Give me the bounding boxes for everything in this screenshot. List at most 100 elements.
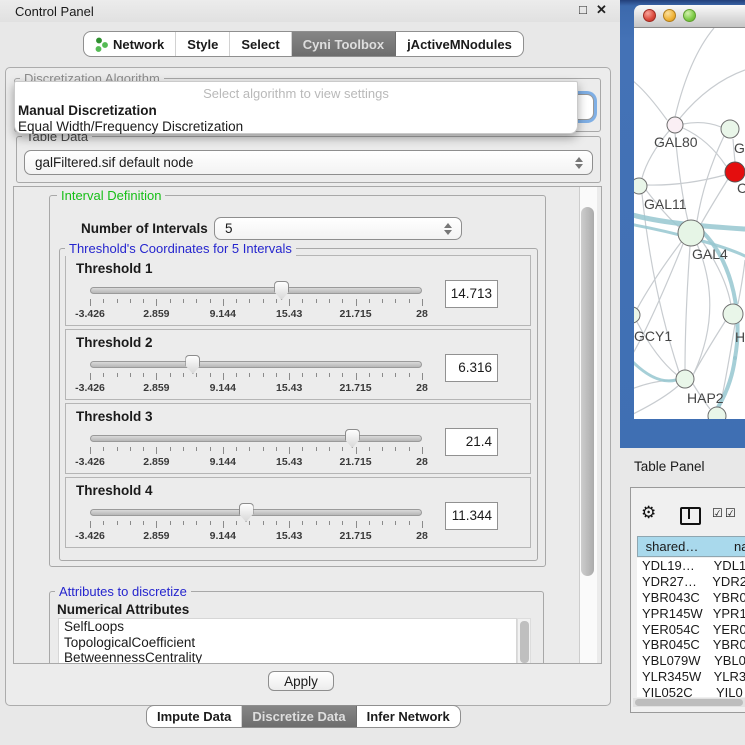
table-column-header-shared[interactable]: shared… bbox=[637, 536, 707, 557]
network-node-GAL11[interactable] bbox=[634, 178, 647, 194]
algorithm-option-equal-width[interactable]: Equal Width/Frequency Discretization bbox=[15, 118, 577, 134]
attribute-list-item[interactable]: BetweennessCentrality bbox=[59, 650, 516, 664]
close-icon[interactable]: ✕ bbox=[596, 2, 607, 18]
network-node-node-ne[interactable] bbox=[721, 120, 739, 138]
slider-ticks bbox=[90, 299, 422, 307]
network-edge bbox=[634, 78, 667, 120]
threshold-value-field[interactable]: 21.4 bbox=[445, 428, 498, 456]
mac-minimize-icon[interactable] bbox=[663, 9, 676, 22]
network-edge bbox=[683, 123, 721, 127]
mac-close-icon[interactable] bbox=[643, 9, 656, 22]
app-root: Control Panel □ ✕ NetworkStyleSelectCyni… bbox=[0, 0, 745, 745]
tab-jactivemnodules[interactable]: jActiveMNodules bbox=[396, 32, 523, 56]
tab-label: jActiveMNodules bbox=[407, 37, 512, 52]
threshold-slider-track[interactable] bbox=[90, 435, 422, 442]
split-columns-icon[interactable] bbox=[680, 507, 701, 525]
slider-tick-labels: -3.4262.8599.14415.4321.71528 bbox=[90, 456, 422, 468]
slider-tick-labels: -3.4262.8599.14415.4321.71528 bbox=[90, 530, 422, 542]
slider-ticks bbox=[90, 521, 422, 529]
bottom-tab-discretize-data[interactable]: Discretize Data bbox=[242, 706, 356, 727]
threshold-slider-track[interactable] bbox=[90, 287, 422, 294]
network-node-node-h[interactable] bbox=[723, 304, 743, 324]
gear-icon[interactable]: ⚙ bbox=[641, 503, 656, 523]
threshold-slider-thumb[interactable] bbox=[274, 281, 289, 300]
tab-style[interactable]: Style bbox=[176, 32, 230, 56]
table-row[interactable]: YBR045CYBR0 bbox=[637, 637, 745, 653]
table-cell-shared-name: YPR145W bbox=[637, 606, 705, 622]
threshold-panel-3: Threshold 3-3.4262.8599.14415.4321.71528… bbox=[65, 403, 531, 474]
table-row[interactable]: YLR345WYLR3 bbox=[637, 669, 745, 685]
slider-tick-labels: -3.4262.8599.14415.4321.71528 bbox=[90, 308, 422, 320]
checkbox-checked-icon[interactable]: ☑ bbox=[712, 506, 723, 520]
network-node-GCY1[interactable] bbox=[634, 307, 640, 323]
network-node-label: GA bbox=[734, 140, 745, 156]
tab-label: Cyni Toolbox bbox=[303, 37, 384, 52]
threshold-value-field[interactable]: 14.713 bbox=[445, 280, 498, 308]
table-data-combobox[interactable]: galFiltered.sif default node bbox=[24, 150, 593, 175]
table-row[interactable]: YER054CYER0 bbox=[637, 622, 745, 638]
bottom-tab-infer-network[interactable]: Infer Network bbox=[357, 706, 460, 727]
bottom-tabs: Impute DataDiscretize DataInfer Network bbox=[146, 705, 461, 728]
table-row[interactable]: YBL079WYBL0 bbox=[637, 653, 745, 669]
table-row[interactable]: YDL19…YDL1 bbox=[637, 558, 745, 574]
mac-zoom-icon[interactable] bbox=[683, 9, 696, 22]
slider-tick-labels: -3.4262.8599.14415.4321.71528 bbox=[90, 382, 422, 394]
threshold-value-field[interactable]: 11.344 bbox=[445, 502, 498, 530]
threshold-value-field[interactable]: 6.316 bbox=[445, 354, 498, 382]
table-cell-name: YLR3 bbox=[706, 669, 745, 685]
checkbox-checked-icon[interactable]: ☑ bbox=[725, 506, 736, 520]
table-row[interactable]: YIL052CYIL0 bbox=[637, 685, 745, 697]
threshold-slider-track[interactable] bbox=[90, 361, 422, 368]
table-panel-title: Table Panel bbox=[634, 459, 705, 474]
algorithm-prompt-item[interactable]: Select algorithm to view settings bbox=[15, 82, 577, 101]
table-column-header-name[interactable]: na bbox=[706, 536, 745, 557]
attributes-group-title: Attributes to discretize bbox=[55, 584, 191, 599]
table-hscrollbar-thumb[interactable] bbox=[635, 699, 743, 706]
network-node-label: H bbox=[735, 329, 745, 345]
settings-scrollbar-thumb[interactable] bbox=[581, 207, 594, 576]
table-data-selected-value: galFiltered.sif default node bbox=[35, 155, 193, 170]
threshold-slider-thumb[interactable] bbox=[185, 355, 200, 374]
algorithm-dropdown-popup: Select algorithm to view settings Manual… bbox=[14, 81, 578, 134]
network-canvas[interactable]: GAL80GACGAL11GAL4GCY1HHAP2 bbox=[634, 28, 745, 419]
table-cell-name: YER0 bbox=[705, 622, 745, 638]
threshold-slider-thumb[interactable] bbox=[345, 429, 360, 448]
attribute-list-item[interactable]: TopologicalCoefficient bbox=[59, 635, 516, 651]
float-window-icon[interactable]: □ bbox=[579, 2, 587, 17]
table-row[interactable]: YDR27…YDR2 bbox=[637, 574, 745, 590]
network-node-GAL80[interactable] bbox=[667, 117, 683, 133]
threshold-slider-thumb[interactable] bbox=[239, 503, 254, 522]
slider-ticks bbox=[90, 373, 422, 381]
network-window-titlebar[interactable] bbox=[634, 5, 745, 28]
table-cell-name: YBR0 bbox=[705, 637, 745, 653]
tab-cyni-toolbox[interactable]: Cyni Toolbox bbox=[292, 32, 396, 56]
tab-label: Style bbox=[187, 37, 218, 52]
threshold-slider-track[interactable] bbox=[90, 509, 422, 516]
table-cell-name: YPR1 bbox=[705, 606, 745, 622]
apply-button[interactable]: Apply bbox=[268, 671, 334, 691]
network-edge bbox=[693, 320, 726, 375]
table-cell-shared-name: YBL079W bbox=[637, 653, 706, 669]
bottom-tab-impute-data[interactable]: Impute Data bbox=[147, 706, 242, 727]
network-edge bbox=[694, 244, 710, 373]
network-node-GAL4[interactable] bbox=[678, 220, 704, 246]
thresholds-group-title: Threshold's Coordinates for 5 Intervals bbox=[65, 241, 296, 256]
attributes-list-scrollbar-thumb[interactable] bbox=[520, 621, 529, 663]
table-cell-shared-name: YLR345W bbox=[637, 669, 706, 685]
tab-network[interactable]: Network bbox=[84, 32, 176, 56]
network-canvas-svg: GAL80GACGAL11GAL4GCY1HHAP2 bbox=[634, 28, 745, 419]
tab-select[interactable]: Select bbox=[230, 32, 291, 56]
network-node-node-red[interactable] bbox=[725, 162, 745, 182]
network-edge bbox=[634, 386, 678, 416]
table-row[interactable]: YBR043CYBR0 bbox=[637, 590, 745, 606]
network-node-node-s[interactable] bbox=[708, 407, 726, 419]
table-row[interactable]: YPR145WYPR1 bbox=[637, 606, 745, 622]
network-edge bbox=[680, 70, 745, 118]
network-edge-highlight bbox=[634, 358, 676, 381]
network-node-label: GAL4 bbox=[692, 246, 728, 262]
table-cell-name: YIL0 bbox=[708, 685, 743, 697]
number-of-intervals-combobox[interactable]: 5 bbox=[214, 217, 462, 240]
network-node-HAP2[interactable] bbox=[676, 370, 694, 388]
attribute-list-item[interactable]: SelfLoops bbox=[59, 619, 516, 635]
algorithm-option-manual[interactable]: Manual Discretization bbox=[15, 101, 577, 118]
